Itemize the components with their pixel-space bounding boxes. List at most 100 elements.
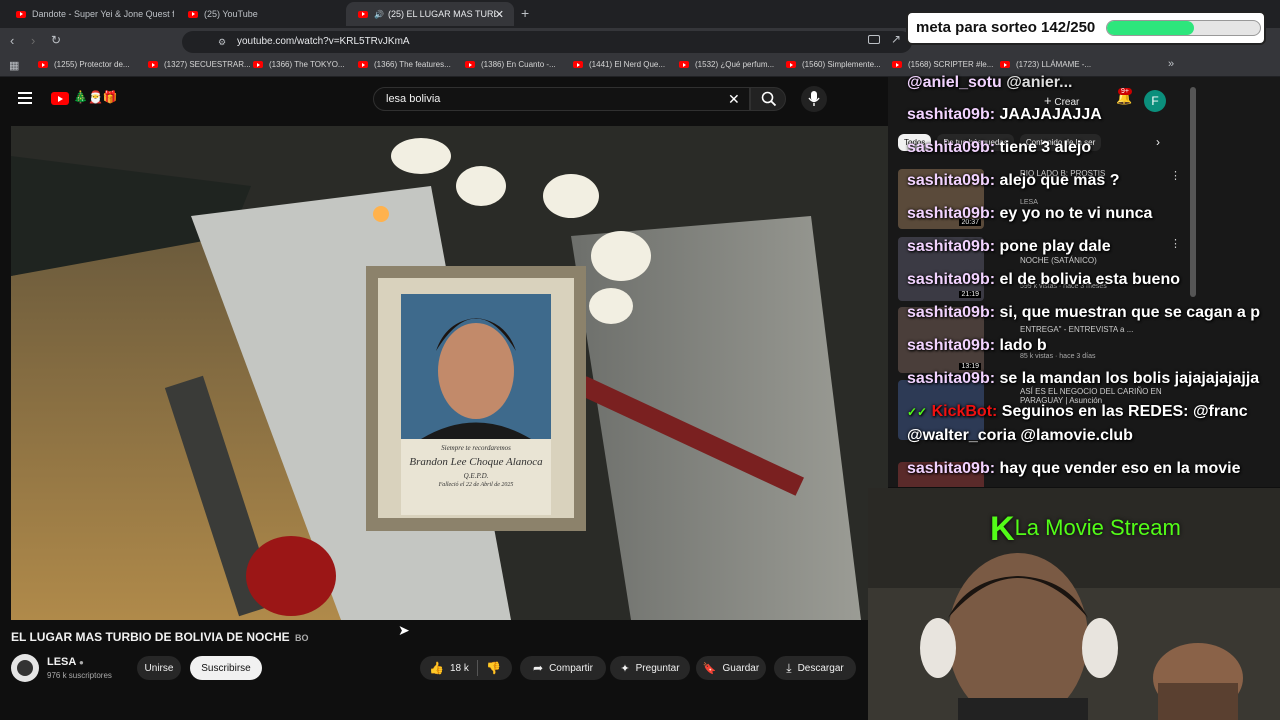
chat-text: Seguinos en las REDES: @franc: [1001, 403, 1248, 420]
share-page-icon[interactable]: ↗: [891, 32, 901, 46]
chevron-right-icon[interactable]: ›: [1156, 135, 1160, 149]
chat-message: sashita09b: ey yo no te vi nunca: [907, 205, 1152, 223]
more-options-icon[interactable]: ⋮: [1170, 237, 1181, 250]
bookmark-item[interactable]: (1255) Protector de...: [38, 60, 130, 69]
reload-icon[interactable]: ↻: [51, 33, 61, 47]
new-tab-icon[interactable]: +: [521, 5, 529, 21]
video-title[interactable]: NOCHE (SATÁNICO): [1020, 256, 1097, 265]
browser-tab-1[interactable]: Dandote - Super Yei & Jone Quest ft: [4, 2, 174, 26]
share-arrow-icon: ➦: [533, 661, 544, 675]
ask-label: Preguntar: [635, 662, 680, 674]
apps-grid-icon[interactable]: ▦: [9, 59, 19, 72]
kick-logo-icon: K: [990, 510, 1015, 548]
chat-message: sashita09b: JAAJAJAJJA: [907, 106, 1102, 124]
bookmark-item[interactable]: (1366) The TOKYO...: [253, 60, 345, 69]
youtube-favicon-icon: [892, 61, 902, 68]
chat-text: el de bolivia esta bueno: [999, 271, 1181, 288]
bookmark-label: (1327) SECUESTRAR...: [164, 60, 251, 69]
video-title: EL LUGAR MAS TURBIO DE BOLIVIA DE NOCHE …: [11, 630, 309, 644]
more-bookmarks-icon[interactable]: »: [1168, 58, 1174, 70]
ask-button[interactable]: ✦ Preguntar: [610, 656, 690, 680]
menu-icon[interactable]: [18, 92, 32, 104]
channel-name-text: LESA: [47, 656, 76, 668]
bookmark-label: (1568) SCRIPTER #le...: [908, 60, 994, 69]
chat-message: sashita09b: se la mandan los bolis jajaj…: [907, 370, 1259, 388]
bookmark-item[interactable]: (1366) The features...: [358, 60, 451, 69]
subscriber-count: 976 k suscriptores: [47, 671, 112, 680]
search-button[interactable]: [750, 87, 786, 111]
forward-icon[interactable]: ›: [31, 33, 35, 48]
frame-text-name: Brandon Lee Choque Alanoca: [409, 456, 543, 468]
chat-text: JAAJAJAJJA: [999, 106, 1102, 123]
site-info-icon[interactable]: ⚙: [218, 31, 226, 53]
subscribe-button[interactable]: Suscribirse: [190, 656, 262, 680]
chat-user: sashita09b:: [907, 460, 996, 477]
more-options-icon[interactable]: ⋮: [1170, 169, 1181, 182]
chat-message: sashita09b: alejo que mas ?: [907, 172, 1120, 190]
chat-message: sashita09b: hay que vender eso en la mov…: [907, 460, 1240, 478]
download-button[interactable]: ⤓ Descargar: [774, 656, 856, 680]
cast-icon[interactable]: [868, 35, 880, 44]
chat-user: sashita09b:: [907, 304, 996, 321]
chat-text: lado b: [999, 337, 1047, 354]
frame-text-line: Q.E.P.D.: [463, 472, 489, 480]
download-icon: ⤓: [786, 660, 792, 675]
chat-text: tiene 3 alejo: [999, 139, 1092, 156]
share-label: Compartir: [549, 662, 593, 674]
stream-title: La Movie Stream: [1014, 515, 1181, 540]
bookmark-item[interactable]: (1532) ¿Qué perfum...: [679, 60, 774, 69]
mouse-cursor-icon: ➤: [398, 622, 410, 638]
bookmark-item[interactable]: (1723) LLÁMAME -...: [1000, 60, 1091, 69]
thumbs-up-icon[interactable]: 👍: [429, 661, 444, 675]
url-field[interactable]: ⚙ youtube.com/watch?v=KRL5TRvJKmA: [182, 31, 912, 53]
audio-playing-icon: 🔊: [374, 9, 384, 19]
bookmark-label: (1560) Simplemente...: [802, 60, 881, 69]
bookmark-label: (1255) Protector de...: [54, 60, 130, 69]
chat-user: sashita09b:: [907, 172, 996, 189]
thumbs-down-icon[interactable]: 👎: [486, 661, 501, 675]
video-title[interactable]: ENTREGA" - ENTREVISTA a ...: [1020, 325, 1133, 334]
avatar[interactable]: F: [1144, 90, 1166, 112]
chat-text: @anier...: [1006, 74, 1073, 91]
bookmark-item[interactable]: (1560) Simplemente...: [786, 60, 881, 69]
back-icon[interactable]: ‹: [10, 33, 14, 48]
search-input[interactable]: lesa bolivia ✕: [373, 87, 750, 111]
youtube-favicon-icon: [358, 10, 368, 18]
chat-message: sashita09b: tiene 3 alejo: [907, 139, 1091, 157]
voice-search-button[interactable]: [801, 86, 827, 112]
download-label: Descargar: [797, 662, 844, 674]
youtube-favicon-icon: [786, 61, 796, 68]
bookmark-item[interactable]: (1568) SCRIPTER #le...: [892, 60, 993, 69]
chat-user: sashita09b:: [907, 205, 996, 222]
share-button[interactable]: ➦ Compartir: [520, 656, 606, 680]
join-button[interactable]: Unirse: [137, 656, 181, 680]
channel-avatar[interactable]: [11, 654, 39, 682]
browser-tab-active[interactable]: 🔊 (25) EL LUGAR MAS TURBIO D ✕: [346, 2, 514, 26]
microphone-icon: [808, 91, 820, 106]
bookmark-item[interactable]: (1386) En Cuanto -...: [465, 60, 556, 69]
tab-label: (25) EL LUGAR MAS TURBIO D: [387, 9, 496, 19]
bookmark-item[interactable]: (1327) SECUESTRAR...: [148, 60, 251, 69]
chat-text: pone play dale: [999, 238, 1111, 255]
chat-user: sashita09b:: [907, 106, 996, 123]
youtube-logo[interactable]: [51, 92, 69, 105]
browser-tab-2[interactable]: (25) YouTube: [176, 2, 346, 26]
scrollbar[interactable]: [1190, 87, 1196, 297]
memorial-frame-text: Siempre te recordaremos Brandon Lee Choq…: [401, 444, 551, 488]
chat-text: alejo que mas ?: [999, 172, 1120, 189]
search-icon: [761, 91, 777, 107]
video-player[interactable]: Siempre te recordaremos Brandon Lee Choq…: [11, 126, 888, 620]
bookmark-item[interactable]: (1441) El Nerd Que...: [573, 60, 665, 69]
chat-message: @walter_coria @lamovie.club: [907, 427, 1133, 445]
channel-name[interactable]: LESA ●: [47, 656, 84, 668]
chat-user: KickBot:: [931, 403, 998, 420]
save-button[interactable]: 🔖 Guardar: [696, 656, 766, 680]
clear-search-icon[interactable]: ✕: [728, 88, 740, 110]
close-tab-icon[interactable]: ✕: [495, 8, 504, 21]
bookmark-label: (1532) ¿Qué perfum...: [695, 60, 775, 69]
youtube-favicon-icon: [253, 61, 263, 68]
chat-user: sashita09b:: [907, 370, 996, 387]
chat-message: @aniel_sotu @anier...: [907, 74, 1072, 92]
save-label: Guardar: [722, 662, 760, 674]
like-count[interactable]: 18 k: [450, 663, 469, 674]
